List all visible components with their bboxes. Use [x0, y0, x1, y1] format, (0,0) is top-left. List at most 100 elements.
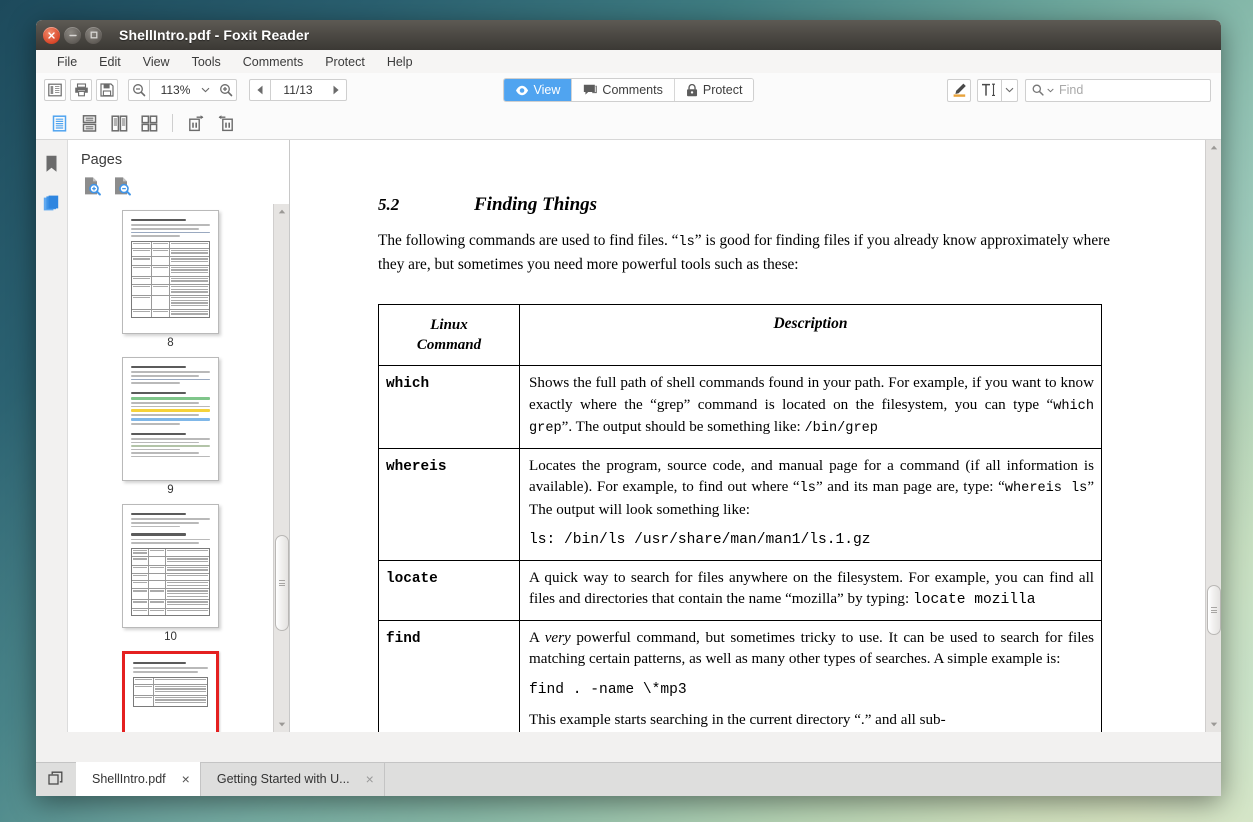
table-row: which Shows the full path of shell comma…	[379, 366, 1102, 449]
search-icon	[1032, 84, 1044, 96]
pages-scroll-track[interactable]	[275, 219, 289, 717]
find-trailing-text: This example starts searching in the cur…	[529, 710, 1094, 732]
foxit-reader-window: ShellIntro.pdf - Foxit Reader File Edit …	[36, 20, 1221, 796]
tab-comments-label: Comments	[602, 83, 662, 97]
pages-panel-scrollbar[interactable]	[273, 204, 289, 732]
find-box[interactable]	[1025, 79, 1211, 102]
tab-close-icon[interactable]: ×	[366, 772, 374, 786]
menu-comments[interactable]: Comments	[232, 53, 314, 71]
menu-view[interactable]: View	[132, 53, 181, 71]
pages-scroll-thumb[interactable]	[275, 535, 289, 631]
document-scrollbar[interactable]	[1205, 140, 1221, 732]
scroll-up-arrow-icon[interactable]	[275, 204, 289, 219]
highlighter-pen-icon[interactable]	[947, 79, 971, 102]
description-find: A very powerful command, but sometimes t…	[520, 620, 1102, 732]
thumbnail-item[interactable]: 9	[68, 357, 273, 496]
rotate-counterclockwise-icon[interactable]	[211, 110, 241, 136]
tab-getting-started[interactable]: Getting Started with U... ×	[201, 762, 385, 796]
document-scroll-track[interactable]	[1207, 155, 1221, 717]
next-page-button[interactable]	[325, 79, 347, 101]
tab-close-icon[interactable]: ×	[182, 772, 190, 786]
table-row: whereis Locates the program, source code…	[379, 448, 1102, 560]
thumbnail-item[interactable]: 11	[68, 651, 273, 732]
section-title: Finding Things	[474, 194, 597, 216]
zoom-in-icon[interactable]	[215, 79, 237, 101]
tab-shellintro-pdf[interactable]: ShellIntro.pdf ×	[76, 762, 201, 796]
scroll-down-arrow-icon[interactable]	[275, 717, 289, 732]
description-locate: A quick way to search for files anywhere…	[520, 560, 1102, 620]
section-number: 5.2	[378, 195, 474, 215]
search-input[interactable]	[1057, 82, 1197, 98]
print-icon[interactable]	[70, 79, 92, 101]
tab-view[interactable]: View	[504, 79, 573, 101]
scroll-grip-icon	[1211, 606, 1217, 615]
thumbnail-page-number: 8	[167, 337, 173, 349]
bookmark-icon[interactable]	[39, 150, 65, 178]
menu-tools[interactable]: Tools	[181, 53, 232, 71]
save-icon[interactable]	[96, 79, 118, 101]
previous-page-button[interactable]	[249, 79, 271, 101]
thumbnail-item[interactable]: 10	[68, 504, 273, 643]
thumbnail-page-11-current[interactable]	[122, 651, 219, 732]
page-number-field[interactable]: 11/13	[271, 79, 325, 101]
toolbar-right-group	[947, 79, 1211, 102]
table-row: locate A quick way to search for files a…	[379, 560, 1102, 620]
zoom-out-thumbnail-icon[interactable]	[112, 176, 132, 196]
document-viewer[interactable]: 5.2 Finding Things The following command…	[290, 140, 1221, 732]
table-row: find A very powerful command, but someti…	[379, 620, 1102, 732]
column-header-command: Linux Command	[379, 305, 520, 366]
window-minimize-button[interactable]	[64, 27, 81, 44]
menu-file[interactable]: File	[46, 53, 88, 71]
two-page-view-icon[interactable]	[104, 110, 134, 136]
window-maximize-button[interactable]	[85, 27, 102, 44]
thumbnail-page-8[interactable]	[122, 210, 219, 334]
menu-help[interactable]: Help	[376, 53, 424, 71]
thumbnail-list: 8	[68, 204, 289, 732]
pages-panel-title: Pages	[68, 140, 289, 176]
tab-label: ShellIntro.pdf	[92, 772, 166, 786]
scroll-down-arrow-icon[interactable]	[1207, 717, 1221, 732]
zoom-level-field[interactable]: 113%	[150, 79, 215, 101]
pdf-page: 5.2 Finding Things The following command…	[290, 140, 1205, 732]
window-title: ShellIntro.pdf - Foxit Reader	[119, 27, 309, 43]
zoom-out-icon[interactable]	[128, 79, 150, 101]
tab-comments[interactable]: Comments	[572, 79, 674, 101]
rotate-clockwise-icon[interactable]	[181, 110, 211, 136]
scroll-up-arrow-icon[interactable]	[1207, 140, 1221, 155]
column-header-command-line2: Command	[417, 337, 481, 353]
menu-edit[interactable]: Edit	[88, 53, 132, 71]
eye-icon	[515, 85, 529, 96]
pages-panel-tools	[68, 176, 289, 204]
command-which: which	[386, 376, 429, 392]
pages-panel-icon[interactable]	[39, 190, 65, 218]
text-tool-group	[977, 79, 1018, 102]
two-page-continuous-view-icon[interactable]	[134, 110, 164, 136]
window-close-button[interactable]	[43, 27, 60, 44]
text-tool-chevron-down-icon[interactable]	[1002, 79, 1018, 102]
zoom-in-thumbnail-icon[interactable]	[82, 176, 102, 196]
text-cursor-icon[interactable]	[977, 79, 1002, 102]
thumbnail-page-9[interactable]	[122, 357, 219, 481]
menu-protect[interactable]: Protect	[314, 53, 376, 71]
find-code-line: find . -name \*mp3	[529, 680, 1094, 702]
thumbnail-item[interactable]: 8	[68, 210, 273, 349]
thumbnail-page-10[interactable]	[122, 504, 219, 628]
find-emphasis-very: very	[545, 630, 571, 646]
sidebar-toggle-icon[interactable]	[44, 79, 66, 101]
tab-protect[interactable]: Protect	[675, 79, 754, 101]
which-code-2: /bin/grep	[805, 421, 878, 436]
toolbar-divider	[172, 114, 173, 132]
mode-switcher: View Comments Protect	[503, 78, 755, 102]
tab-list-icon[interactable]	[36, 762, 76, 796]
tab-view-label: View	[534, 83, 561, 97]
intro-text-part1: The following commands are used to find …	[378, 232, 678, 249]
whereis-code-line: ls: /bin/ls /usr/share/man/man1/ls.1.gz	[529, 530, 1094, 552]
continuous-page-view-icon[interactable]	[74, 110, 104, 136]
page-navigator: 11/13	[249, 79, 347, 101]
zoom-control: 113%	[128, 79, 237, 101]
description-which: Shows the full path of shell commands fo…	[520, 366, 1102, 449]
pdf-page-content: 5.2 Finding Things The following command…	[378, 194, 1110, 732]
single-page-view-icon[interactable]	[44, 110, 74, 136]
document-scroll-thumb[interactable]	[1207, 585, 1221, 635]
page-number-value: 11/13	[283, 83, 312, 97]
